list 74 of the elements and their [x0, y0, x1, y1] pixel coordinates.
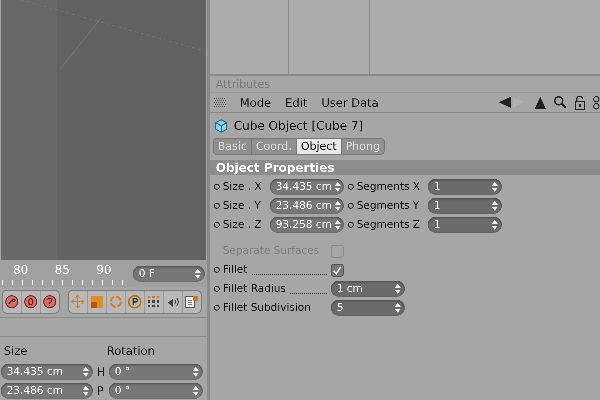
animation-dot-icon[interactable]	[348, 184, 354, 190]
object-title: Cube Object [Cube 7]	[234, 119, 364, 133]
field-label: Segments X	[357, 181, 422, 193]
axis-label: H	[97, 364, 105, 378]
frame-number: 90	[96, 263, 112, 278]
menu-item[interactable]: User Data	[322, 96, 379, 110]
field-label: Size . Z	[223, 219, 263, 231]
key-icon[interactable]	[5, 295, 19, 310]
frame-field[interactable]: 0 F	[133, 266, 205, 282]
record-icon[interactable]	[24, 295, 38, 310]
document-icon[interactable]	[185, 295, 199, 310]
animation-dot-icon[interactable]	[214, 286, 220, 292]
cube-icon	[215, 119, 228, 133]
parking-icon[interactable]	[128, 295, 142, 310]
grid-dots-icon[interactable]	[148, 296, 160, 308]
tab[interactable]: Object	[297, 139, 342, 154]
field-label: Size . X	[223, 181, 263, 193]
frame-number: 85	[54, 263, 70, 278]
spinner-icon[interactable]	[83, 366, 89, 376]
segments-field[interactable]: 1	[428, 217, 502, 233]
section-header: Object Properties	[210, 160, 600, 175]
tab[interactable]: Basic	[214, 139, 252, 154]
size-field[interactable]: 93.258 cm	[270, 217, 344, 233]
value-field[interactable]: 5	[331, 300, 405, 316]
spinner-icon[interactable]	[492, 220, 498, 230]
spinner-icon[interactable]	[83, 386, 89, 396]
spinner-icon[interactable]	[492, 201, 498, 211]
value-field[interactable]: 1 cm	[331, 281, 405, 297]
tab[interactable]: Coord.	[252, 139, 298, 154]
spinner-icon[interactable]	[193, 386, 199, 396]
spinner-icon[interactable]	[335, 220, 342, 230]
frame-number: 80	[13, 263, 28, 278]
field-label: Size . Y	[223, 200, 262, 212]
axis-label: P	[97, 384, 105, 398]
menu-item[interactable]: Mode	[240, 96, 272, 110]
animation-dot-icon[interactable]	[214, 203, 220, 209]
spinner-icon[interactable]	[195, 268, 201, 279]
spinner-icon[interactable]	[335, 182, 342, 192]
field-label: Segments Y	[357, 200, 420, 212]
size-field[interactable]: 23.486 cm	[270, 198, 344, 214]
up-arrow-icon[interactable]	[535, 96, 546, 108]
spinner-icon[interactable]	[395, 303, 401, 313]
help-icon[interactable]	[43, 295, 57, 310]
option-label: Fillet Radius	[223, 283, 286, 295]
animation-dot-icon[interactable]	[348, 203, 354, 209]
search-icon[interactable]	[554, 96, 567, 109]
rotation-field[interactable]: 0 °	[109, 364, 203, 380]
animation-dot-icon[interactable]	[214, 305, 220, 311]
menu-item[interactable]: Edit	[285, 96, 308, 110]
column-header: Rotation	[107, 344, 156, 358]
option-label: Fillet Subdivision	[223, 302, 312, 314]
back-arrow-icon[interactable]	[499, 97, 511, 108]
link-icon[interactable]	[593, 96, 600, 110]
spinner-icon[interactable]	[335, 201, 342, 211]
segments-field[interactable]: 1	[428, 179, 502, 195]
spinner-icon[interactable]	[193, 366, 199, 376]
spinner-icon[interactable]	[492, 182, 498, 192]
column-header: Size	[4, 344, 29, 358]
lock-icon[interactable]	[575, 96, 585, 110]
animation-dot-icon[interactable]	[214, 267, 220, 273]
tab[interactable]: Phong	[342, 139, 384, 154]
checkbox[interactable]	[331, 264, 344, 276]
speaker-icon[interactable]	[166, 296, 180, 308]
field-label: Segments Z	[357, 219, 422, 231]
size-field[interactable]: 34.435 cm	[270, 179, 344, 195]
animation-dot-icon[interactable]	[348, 222, 354, 228]
size-field[interactable]: 34.435 cm	[1, 364, 93, 380]
option-label: Fillet	[223, 264, 248, 276]
segments-field[interactable]: 1	[428, 198, 502, 214]
rotation-field[interactable]: 0 °	[109, 382, 203, 398]
spinner-icon[interactable]	[395, 284, 401, 294]
animation-dot-icon[interactable]	[214, 222, 220, 228]
animation-dot-icon[interactable]	[214, 184, 220, 190]
size-field[interactable]: 23.486 cm	[1, 382, 93, 398]
